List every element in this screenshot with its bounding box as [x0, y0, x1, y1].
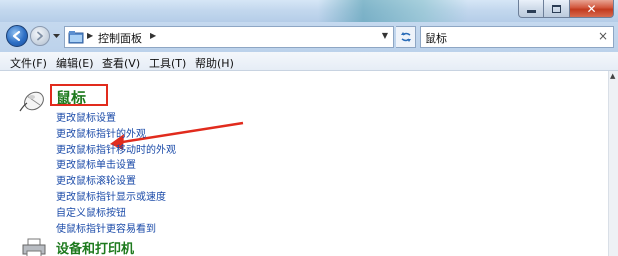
- breadcrumb-control-panel[interactable]: 控制面板: [98, 30, 142, 46]
- link-change-pointer-speed[interactable]: 更改鼠标指针显示或速度: [56, 190, 176, 206]
- link-change-click-settings[interactable]: 更改鼠标单击设置: [56, 158, 176, 174]
- title-bar: ✕: [0, 0, 618, 22]
- back-button[interactable]: [6, 25, 28, 47]
- mouse-icon: [19, 91, 44, 112]
- clear-icon[interactable]: ×: [598, 29, 608, 43]
- breadcrumb-separator[interactable]: ▶: [87, 31, 93, 40]
- link-change-mouse-settings[interactable]: 更改鼠标设置: [56, 111, 176, 127]
- menu-bar: 文件(F) 编辑(E) 查看(V) 工具(T) 帮助(H): [0, 52, 618, 71]
- navigation-bar: ▶ 控制面板 ▶ ▼ 鼠标 ×: [0, 22, 618, 52]
- refresh-icon: [400, 32, 411, 42]
- address-bar[interactable]: ▶ 控制面板 ▶ ▼: [64, 26, 394, 48]
- mouse-task-links: 更改鼠标设置 更改鼠标指针的外观 更改鼠标指针移动时的外观 更改鼠标单击设置 更…: [56, 111, 176, 237]
- close-button[interactable]: ✕: [570, 0, 614, 18]
- scroll-up-icon[interactable]: ▲: [610, 72, 615, 80]
- menu-tools[interactable]: 工具(T): [147, 54, 188, 72]
- search-value: 鼠标: [425, 32, 447, 45]
- link-customize-buttons[interactable]: 自定义鼠标按钮: [56, 206, 176, 222]
- maximize-button[interactable]: [544, 0, 570, 18]
- vertical-scrollbar[interactable]: ▲: [608, 71, 618, 256]
- maximize-icon: [552, 4, 561, 13]
- minimize-button[interactable]: [518, 0, 544, 18]
- link-make-pointer-visible[interactable]: 使鼠标指针更容易看到: [56, 222, 176, 238]
- recent-pages-dropdown[interactable]: [52, 32, 60, 40]
- content-pane: 鼠标 更改鼠标设置 更改鼠标指针的外观 更改鼠标指针移动时的外观 更改鼠标单击设…: [0, 71, 608, 256]
- forward-button[interactable]: [30, 26, 50, 46]
- minimize-icon: [526, 10, 536, 13]
- category-title-devices-printers[interactable]: 设备和打印机: [56, 238, 134, 256]
- forward-arrow-icon: [37, 31, 43, 41]
- chevron-down-icon: [52, 33, 60, 38]
- menu-edit[interactable]: 编辑(E): [54, 54, 96, 72]
- address-dropdown[interactable]: ▼: [382, 31, 388, 40]
- search-input[interactable]: 鼠标 ×: [420, 26, 614, 48]
- link-change-pointer-appearance[interactable]: 更改鼠标指针的外观: [56, 127, 176, 143]
- close-icon: ✕: [586, 1, 597, 16]
- back-arrow-icon: [12, 30, 21, 42]
- breadcrumb-separator[interactable]: ▶: [150, 31, 156, 40]
- title-decoration: [318, 0, 468, 22]
- refresh-button[interactable]: [396, 26, 416, 48]
- menu-help[interactable]: 帮助(H): [193, 54, 236, 72]
- menu-view[interactable]: 查看(V): [100, 54, 142, 72]
- window-controls: ✕: [518, 0, 614, 18]
- folder-icon: [68, 31, 84, 44]
- menu-file[interactable]: 文件(F): [8, 54, 49, 72]
- printer-icon: [22, 238, 46, 256]
- highlight-box: [50, 84, 108, 106]
- link-change-wheel-settings[interactable]: 更改鼠标滚轮设置: [56, 174, 176, 190]
- link-change-pointer-move-appearance[interactable]: 更改鼠标指针移动时的外观: [56, 143, 176, 159]
